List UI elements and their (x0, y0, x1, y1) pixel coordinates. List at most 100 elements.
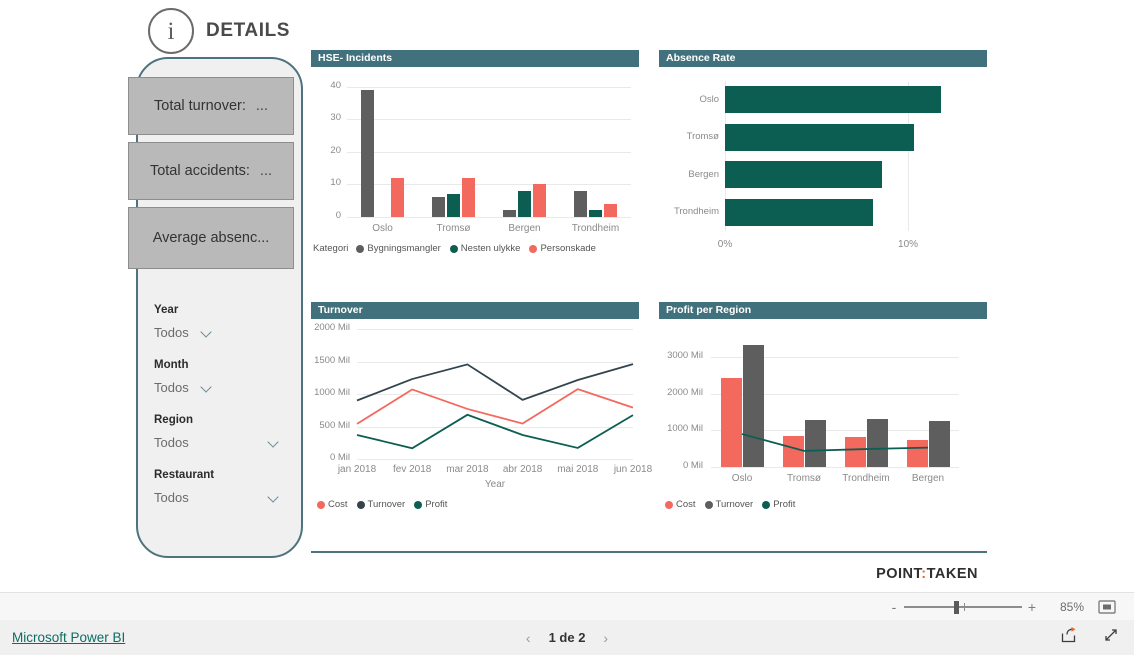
kpi-label: Average absenc... (152, 230, 270, 246)
kpi-label: Total accidents: (149, 163, 250, 179)
plot-area-absence-rate: 0% 10% Oslo Tromsø Bergen Trondheim (659, 67, 987, 265)
line-series (356, 413, 634, 450)
y-axis-tick-label: 10 (330, 177, 341, 189)
zoom-slider[interactable] (904, 600, 1022, 614)
chart-gridline (347, 184, 631, 186)
legend-item[interactable]: Cost (665, 499, 696, 510)
legend-item[interactable]: Bygningsmangler (356, 243, 441, 254)
legend-label: Bygningsmangler (367, 243, 441, 254)
filter-dropdown-year[interactable]: Todos (154, 325, 289, 340)
kpi-card-total-turnover[interactable]: Total turnover: ... (128, 77, 294, 135)
legend-swatch (529, 244, 538, 253)
y-axis-tick-label: 40 (330, 79, 341, 91)
fit-to-page-icon[interactable] (1094, 599, 1120, 615)
legend-item[interactable]: Personskade (529, 243, 596, 254)
chart-bar (725, 123, 914, 151)
visual-profit-per-region[interactable]: Profit per Region 0 Mil 1000 Mil 2000 Mil 3… (659, 302, 987, 517)
filter-value: Todos (154, 380, 189, 395)
y-axis-tick-label: 0 (335, 210, 341, 221)
line-series (356, 388, 634, 425)
visual-turnover[interactable]: Turnover 0 Mil 500 Mil 1000 Mil 1500 Mil 200… (311, 302, 652, 517)
filter-year: Year Todos (154, 304, 289, 340)
filter-label: Region (154, 414, 193, 426)
line-series (356, 363, 634, 402)
y-axis-tick-label: Tromsø (686, 131, 719, 143)
x-axis-title: Year (484, 479, 506, 490)
zoom-out-button[interactable]: - (886, 599, 902, 615)
legend-item[interactable]: Turnover (704, 499, 753, 510)
microsoft-power-bi-link[interactable]: Microsoft Power BI (12, 630, 125, 645)
x-axis-tick-label: mar 2018 (446, 464, 489, 475)
x-axis-tick-label: fev 2018 (393, 464, 432, 475)
chart-bar (447, 194, 460, 217)
legend-item[interactable]: Cost (317, 499, 348, 510)
filter-month: Month Todos (154, 359, 289, 395)
legend-item[interactable]: Profit (762, 499, 795, 510)
legend-label: Turnover (367, 499, 406, 510)
zoom-slider-thumb[interactable] (954, 601, 959, 614)
visual-hse-incidents[interactable]: HSE- Incidents 0 10 20 30 40 Oslo Tromsø Bergen… (311, 50, 639, 265)
legend-label: Cost (676, 499, 696, 510)
x-axis-tick-label: Trondheim (571, 223, 620, 234)
kpi-value: ... (255, 98, 268, 114)
filter-dropdown-month[interactable]: Todos (154, 380, 289, 395)
chart-gridline (347, 86, 631, 88)
legend-swatch (317, 500, 325, 509)
chart-bar (725, 198, 874, 226)
zoom-slider-track (904, 606, 1022, 608)
y-axis-tick-label: Trondheim (673, 206, 719, 218)
chart-bar (518, 190, 531, 217)
info-icon[interactable]: i (148, 8, 194, 54)
visual-absence-rate[interactable]: Absence Rate 0% 10% Oslo Tromsø Bergen Trondh… (659, 50, 987, 265)
chart-gridline (347, 119, 631, 121)
legend-label: Nesten ulykke (460, 243, 521, 254)
filter-label: Month (154, 359, 189, 371)
legend-label: Profit (773, 499, 796, 510)
y-axis-tick-label: Oslo (699, 93, 719, 105)
zoom-slider-notch (964, 603, 965, 611)
kpi-card-total-accidents[interactable]: Total accidents: ... (128, 142, 294, 200)
brand-logo: POINT:TAKEN (876, 566, 978, 582)
chart-bar (604, 203, 617, 217)
legend-swatch (665, 500, 673, 509)
fullscreen-icon[interactable] (1102, 626, 1120, 649)
chart-legend: Cost Turnover Profit (317, 499, 452, 510)
zoom-level-label: 85% (1059, 600, 1085, 614)
chevron-left-icon[interactable]: ‹ (526, 630, 531, 646)
legend-label: Cost (328, 499, 348, 510)
legend-item[interactable]: Profit (414, 499, 447, 510)
brand-part1: POINT (876, 566, 922, 582)
visual-title-turnover: Turnover (311, 302, 639, 319)
kpi-card-stack: Total turnover: ... Total accidents: ...… (128, 77, 298, 276)
chart-bar (432, 197, 445, 217)
filter-dropdown-restaurant[interactable]: Todos (154, 490, 279, 505)
y-axis-tick-label: Bergen (688, 168, 719, 180)
chart-bar (361, 90, 374, 217)
kpi-card-average-absence[interactable]: Average absenc... (128, 207, 294, 269)
kpi-label: Total turnover: (154, 98, 246, 114)
x-axis-tick-label: abr 2018 (502, 464, 543, 475)
chevron-down-icon (268, 492, 279, 503)
filter-dropdown-region[interactable]: Todos (154, 435, 279, 450)
report-canvas: i DETAILS Total turnover: ... Total acci… (0, 0, 1134, 592)
chart-gridline (347, 151, 631, 153)
profit-line-series (741, 433, 929, 452)
chevron-down-icon (268, 437, 279, 448)
filter-restaurant: Restaurant Todos (154, 469, 289, 505)
plot-area-hse-incidents: 0 10 20 30 40 Oslo Tromsø Bergen Trondheim Katego… (311, 67, 639, 265)
visual-title-absence-rate: Absence Rate (659, 50, 987, 67)
power-bi-report-page: i DETAILS Total turnover: ... Total acci… (0, 0, 1134, 655)
footer-divider (311, 551, 987, 553)
chevron-right-icon[interactable]: › (603, 630, 608, 646)
chart-bar (574, 190, 587, 217)
legend-label: Personskade (540, 243, 596, 254)
filter-label: Year (154, 304, 179, 316)
chart-gridline (347, 217, 631, 218)
visual-title-profit-per-region: Profit per Region (659, 302, 987, 319)
chart-bar (725, 161, 883, 189)
share-icon[interactable] (1060, 626, 1078, 649)
legend-item[interactable]: Nesten ulykke (449, 243, 521, 254)
zoom-in-button[interactable]: + (1024, 599, 1040, 615)
zoom-toolbar: - + 85% (0, 592, 1134, 622)
legend-item[interactable]: Turnover (356, 499, 406, 510)
